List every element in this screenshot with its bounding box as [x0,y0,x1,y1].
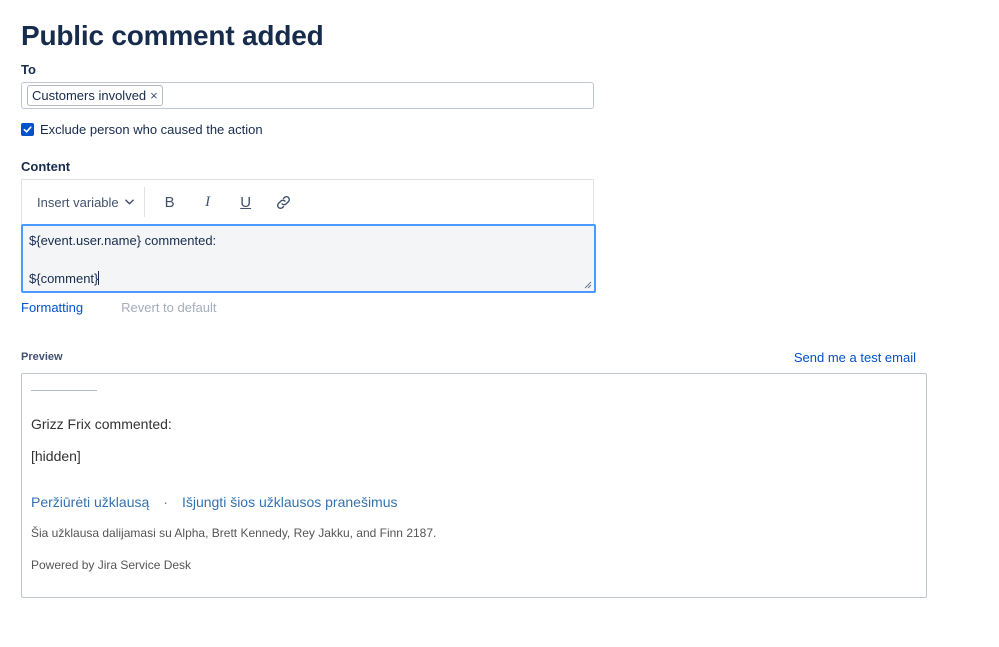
page-title: Public comment added [21,20,324,51]
insert-variable-dropdown[interactable]: Insert variable [22,187,144,217]
text-cursor [98,271,100,285]
bold-button[interactable]: B [151,187,189,217]
content-line: ${comment} [29,271,99,286]
to-field[interactable]: Customers involved × [21,82,594,109]
remove-tag-icon[interactable]: × [150,88,158,103]
preview-panel: Grizz Frix commented: [hidden] Peržiūrėt… [21,373,927,598]
content-label: Content [21,159,71,174]
recipient-tag-label: Customers involved [32,88,147,103]
link-button[interactable] [265,187,303,217]
bold-icon: B [164,193,175,211]
chevron-down-icon [124,199,134,205]
preview-commented: Grizz Frix commented: [31,416,172,432]
link-separator: · [163,494,168,510]
editor-toolbar: Insert variable B I U [21,179,594,224]
preview-powered-by: Powered by Jira Service Desk [31,558,192,572]
italic-icon: I [205,193,211,210]
exclude-option[interactable]: Exclude person who caused the action [21,122,263,137]
view-request-link[interactable]: Peržiūrėti užklausą [31,494,149,510]
to-label: To [21,62,36,77]
checkmark-icon [23,126,32,133]
link-icon [277,195,291,209]
resize-handle-icon[interactable] [584,281,592,289]
preview-hidden: [hidden] [31,448,81,464]
preview-divider [31,390,97,391]
insert-variable-label: Insert variable [37,194,119,210]
italic-button[interactable]: I [189,187,227,217]
underline-icon: U [240,193,252,211]
exclude-checkbox[interactable] [21,123,34,136]
content-textarea[interactable]: ${event.user.name} commented: ${comment} [21,224,596,293]
revert-to-default-link: Revert to default [121,300,217,315]
preview-label: Preview [21,351,63,363]
content-line-cursor: ${comment} [29,269,588,288]
exclude-label: Exclude person who caused the action [40,122,263,137]
send-test-email-link[interactable]: Send me a test email [794,350,916,365]
preview-shared-text: Šia užklausa dalijamasi su Alpha, Brett … [31,526,437,540]
underline-button[interactable]: U [227,187,265,217]
content-line: ${event.user.name} commented: [29,233,217,248]
toolbar-separator [143,187,145,217]
recipient-tag: Customers involved × [27,85,163,106]
unsubscribe-link[interactable]: Išjungti šios užklausos pranešimus [182,494,398,510]
content-line [29,250,588,269]
formatting-link[interactable]: Formatting [21,300,83,315]
